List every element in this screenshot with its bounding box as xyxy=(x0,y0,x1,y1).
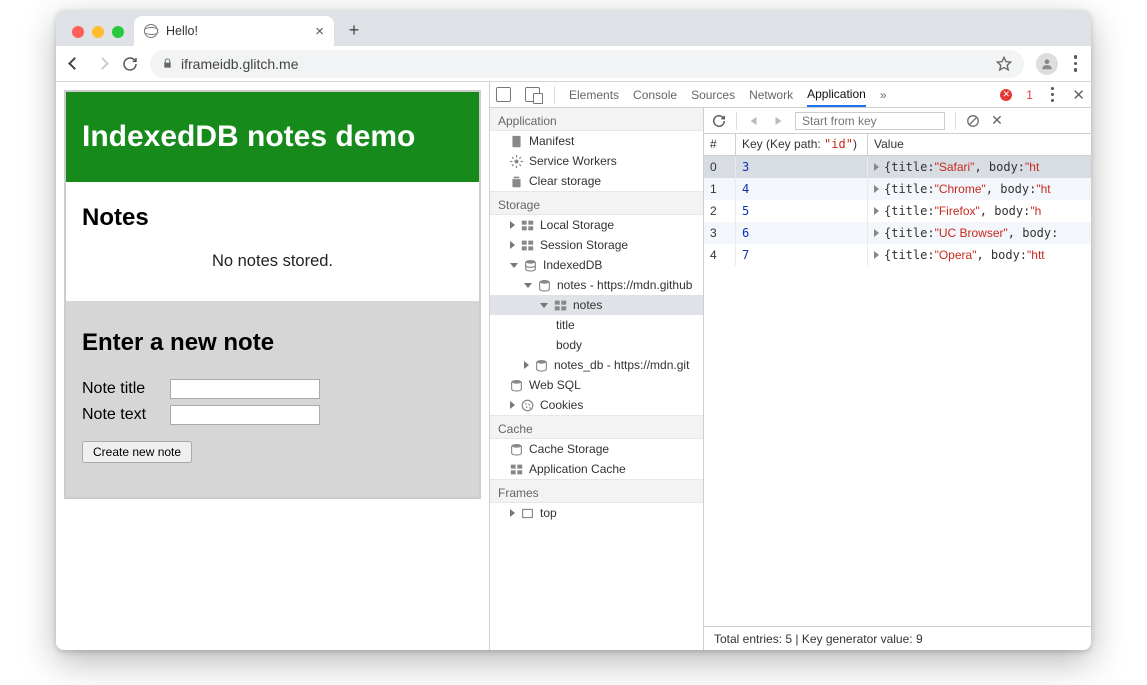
webpage: IndexedDB notes demo Notes No notes stor… xyxy=(56,82,489,650)
sidebar-item-manifest[interactable]: Manifest xyxy=(490,131,703,151)
browser-tab[interactable]: Hello! × xyxy=(134,16,334,46)
devtools-tabbar: Elements Console Sources Network Applica… xyxy=(490,82,1091,108)
idb-footer: Total entries: 5 | Key generator value: … xyxy=(704,626,1091,650)
idb-toolbar: ✕ xyxy=(704,108,1091,134)
sidebar-item-service-workers[interactable]: Service Workers xyxy=(490,151,703,171)
notes-heading: Notes xyxy=(82,204,463,232)
sidebar-item-session-storage[interactable]: Session Storage xyxy=(490,235,703,255)
close-window-button[interactable] xyxy=(72,26,84,38)
table-row[interactable]: 14{title: "Chrome", body: "ht xyxy=(704,178,1091,200)
prev-page-icon[interactable] xyxy=(747,114,761,128)
window-controls xyxy=(66,26,134,46)
sidebar-item-idx-body[interactable]: body xyxy=(490,335,703,355)
group-storage: Storage xyxy=(490,191,703,215)
sidebar-item-local-storage[interactable]: Local Storage xyxy=(490,215,703,235)
forward-button[interactable] xyxy=(94,56,110,72)
start-from-key-input[interactable] xyxy=(795,112,945,130)
idb-data-panel: ✕ # Key (Key path: "id") Value 03{title:… xyxy=(704,108,1091,650)
sidebar-item-cache-storage[interactable]: Cache Storage xyxy=(490,439,703,459)
create-note-button[interactable]: Create new note xyxy=(82,441,192,463)
table-row[interactable]: 47{title: "Opera", body: "htt xyxy=(704,244,1091,266)
close-tab-icon[interactable]: × xyxy=(315,23,324,40)
reload-button[interactable] xyxy=(122,56,138,72)
next-page-icon[interactable] xyxy=(771,114,785,128)
idb-table-body: 03{title: "Safari", body: "ht14{title: "… xyxy=(704,156,1091,626)
delete-selected-icon[interactable]: ✕ xyxy=(990,114,1004,128)
sidebar-item-idb-notes-origin[interactable]: notes - https://mdn.github xyxy=(490,275,703,295)
element-picker-icon[interactable] xyxy=(496,87,511,102)
tab-strip: Hello! × + xyxy=(56,10,1091,46)
tab-elements[interactable]: Elements xyxy=(569,88,619,102)
no-notes-message: No notes stored. xyxy=(82,252,463,291)
devtools-panel: Elements Console Sources Network Applica… xyxy=(489,82,1091,650)
error-badge-icon[interactable]: ✕ xyxy=(1000,89,1012,101)
devtools-menu-button[interactable] xyxy=(1047,87,1059,103)
tab-network[interactable]: Network xyxy=(749,88,793,102)
address-bar[interactable]: iframeidb.glitch.me xyxy=(150,50,1024,78)
back-button[interactable] xyxy=(66,56,82,72)
content-area: IndexedDB notes demo Notes No notes stor… xyxy=(56,82,1091,650)
maximize-window-button[interactable] xyxy=(112,26,124,38)
browser-menu-button[interactable] xyxy=(1070,55,1082,72)
separator xyxy=(554,86,555,104)
idb-table-header: # Key (Key path: "id") Value xyxy=(704,134,1091,156)
bookmark-star-icon[interactable] xyxy=(996,56,1012,72)
sidebar-item-frames-top[interactable]: top xyxy=(490,503,703,523)
table-row[interactable]: 25{title: "Firefox", body: "h xyxy=(704,200,1091,222)
group-application: Application xyxy=(490,108,703,131)
minimize-window-button[interactable] xyxy=(92,26,104,38)
note-text-label: Note text xyxy=(82,406,162,424)
url-text: iframeidb.glitch.me xyxy=(181,56,299,72)
sidebar-item-clear-storage[interactable]: Clear storage xyxy=(490,171,703,191)
browser-toolbar: iframeidb.glitch.me xyxy=(56,46,1091,82)
group-cache: Cache xyxy=(490,415,703,439)
clear-store-icon[interactable] xyxy=(966,114,980,128)
tab-console[interactable]: Console xyxy=(633,88,677,102)
table-row[interactable]: 36{title: "UC Browser", body: xyxy=(704,222,1091,244)
col-value[interactable]: Value xyxy=(868,134,1091,155)
sidebar-item-websql[interactable]: Web SQL xyxy=(490,375,703,395)
col-key[interactable]: Key (Key path: "id") xyxy=(736,134,868,155)
lock-icon xyxy=(162,58,173,69)
tab-application[interactable]: Application xyxy=(807,87,866,107)
globe-icon xyxy=(144,24,158,38)
group-frames: Frames xyxy=(490,479,703,503)
note-title-input[interactable] xyxy=(170,379,320,399)
note-title-label: Note title xyxy=(82,380,162,398)
page-title: IndexedDB notes demo xyxy=(66,92,479,182)
device-toolbar-icon[interactable] xyxy=(525,87,540,102)
note-text-input[interactable] xyxy=(170,405,320,425)
table-row[interactable]: 03{title: "Safari", body: "ht xyxy=(704,156,1091,178)
error-count[interactable]: 1 xyxy=(1026,88,1033,102)
sidebar-item-idx-title[interactable]: title xyxy=(490,315,703,335)
sidebar-item-application-cache[interactable]: Application Cache xyxy=(490,459,703,479)
application-sidebar: Application Manifest Service Workers Cle… xyxy=(490,108,704,650)
new-tab-button[interactable]: + xyxy=(340,16,368,44)
sidebar-item-idb-notes-store[interactable]: notes xyxy=(490,295,703,315)
sidebar-item-cookies[interactable]: Cookies xyxy=(490,395,703,415)
form-heading: Enter a new note xyxy=(82,329,463,357)
col-hash[interactable]: # xyxy=(704,134,736,155)
close-devtools-icon[interactable]: ✕ xyxy=(1072,86,1085,104)
refresh-icon[interactable] xyxy=(712,114,726,128)
tab-title: Hello! xyxy=(166,24,198,38)
more-tabs-icon[interactable]: » xyxy=(880,88,887,102)
tab-sources[interactable]: Sources xyxy=(691,88,735,102)
profile-avatar[interactable] xyxy=(1036,53,1058,75)
sidebar-item-idb-notesdb-origin[interactable]: notes_db - https://mdn.git xyxy=(490,355,703,375)
sidebar-item-indexeddb[interactable]: IndexedDB xyxy=(490,255,703,275)
